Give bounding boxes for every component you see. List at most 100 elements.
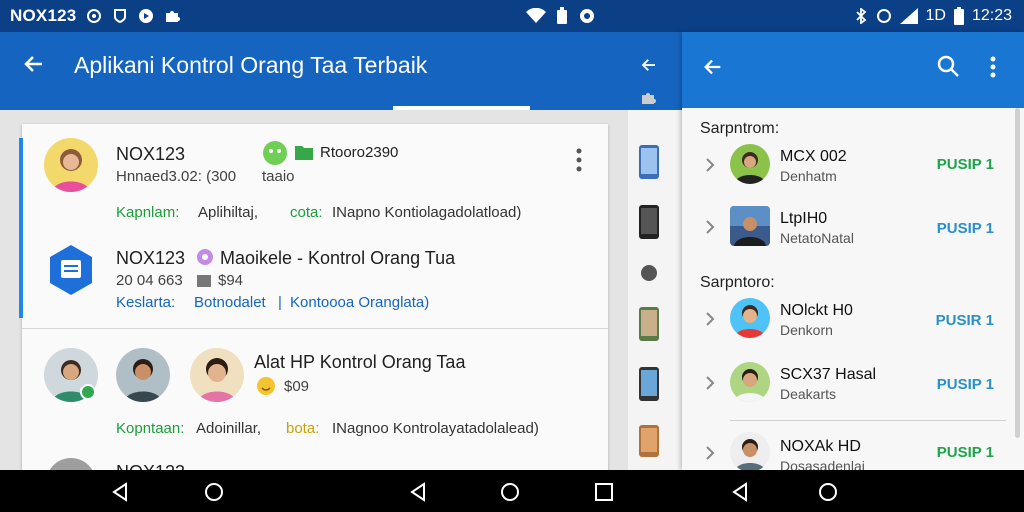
puzzle-icon xyxy=(166,11,181,22)
bluetooth-icon xyxy=(855,8,866,24)
left-app-bar: Aplikani Kontrol Orang Taa Terbaik xyxy=(0,32,628,110)
person-avatar-icon xyxy=(52,149,90,192)
background-list-strip xyxy=(628,32,682,470)
settings-gear-icon xyxy=(580,9,594,23)
cog-badge-icon xyxy=(197,249,213,265)
child-avatar-icon xyxy=(198,358,236,402)
person-avatar-icon xyxy=(730,206,770,246)
person-avatar-icon xyxy=(734,152,766,184)
shield-icon xyxy=(114,9,127,24)
person-avatar-icon xyxy=(124,359,162,402)
item-name: Alat HP Kontrol Orang Taa xyxy=(254,352,466,372)
smiley-icon xyxy=(257,377,275,395)
battery-text: 1D xyxy=(925,7,946,24)
item-name-suffix: Maoikele - Kontrol Orang Tua xyxy=(220,248,456,268)
child-avatar-icon xyxy=(734,369,766,402)
arrow-back-icon[interactable] xyxy=(702,56,724,78)
contact-action[interactable]: PUSIP 1 xyxy=(937,444,994,461)
divider xyxy=(22,328,608,329)
contact-action[interactable]: PUSIR 1 xyxy=(936,312,994,329)
nav-recents-icon[interactable] xyxy=(594,482,614,502)
nav-back-icon[interactable] xyxy=(110,482,130,502)
item-name: NOX123 xyxy=(116,144,186,164)
sync-icon xyxy=(87,9,102,23)
chevron-right-icon xyxy=(706,312,715,326)
item-key-desc: INapno Kontiolagadolatload) xyxy=(332,204,522,221)
battery-icon xyxy=(557,7,567,24)
item-key-value: Adoinillar, xyxy=(196,420,262,437)
chevron-right-icon xyxy=(706,158,715,172)
contact-action[interactable]: PUSIP 1 xyxy=(937,376,994,393)
nav-home-icon[interactable] xyxy=(204,482,224,502)
avatar xyxy=(190,348,244,402)
child-avatar-icon xyxy=(734,305,766,338)
avatar xyxy=(730,432,770,472)
online-status-icon xyxy=(80,384,96,400)
more-vert-icon[interactable] xyxy=(576,148,582,172)
right-app-bar xyxy=(682,32,1024,108)
avatar xyxy=(730,206,770,246)
clock: 12:23 xyxy=(971,7,1012,24)
system-nav-bar xyxy=(0,470,1024,512)
chevron-right-icon xyxy=(706,376,715,390)
chevron-right-icon xyxy=(706,220,715,234)
search-icon[interactable] xyxy=(936,54,960,78)
avatar xyxy=(730,298,770,338)
item-key-desc: INagnoo Kontrolayatadolalead) xyxy=(332,420,539,437)
vibrate-icon xyxy=(876,9,891,23)
play-store-icon xyxy=(139,9,154,23)
avatar xyxy=(116,348,170,402)
item-price: $09 xyxy=(284,378,310,395)
nav-home-icon[interactable] xyxy=(500,482,520,502)
arrow-back-icon[interactable] xyxy=(22,52,46,76)
avatar xyxy=(730,144,770,184)
android-icon xyxy=(263,141,287,165)
item-price: $94 xyxy=(218,272,244,289)
contact-sub: Denhatm xyxy=(780,168,837,184)
contact-sub: Denkorn xyxy=(780,322,833,338)
contact-action[interactable]: PUSIP 1 xyxy=(937,156,994,173)
item-key-tag: cota: xyxy=(290,204,323,221)
section-header-1: Sarpntrom: xyxy=(700,120,780,137)
arrow-back-icon[interactable] xyxy=(640,56,658,74)
contact-action[interactable]: PUSIP 1 xyxy=(937,220,994,237)
item-separator: | xyxy=(278,294,282,311)
contact-sub: Deakarts xyxy=(780,386,837,402)
phone-icon xyxy=(639,145,659,179)
contact-name: NOXAk HD xyxy=(780,438,861,455)
item-badge-sub: taaio xyxy=(262,168,295,185)
more-vert-icon[interactable] xyxy=(990,56,996,78)
scrollbar[interactable] xyxy=(1015,108,1020,438)
item-key-label: Kapnlam: xyxy=(116,204,180,221)
battery-level-icon xyxy=(953,7,964,25)
item-key-label: Kopntaan: xyxy=(116,420,185,437)
ticket-icon xyxy=(197,275,211,287)
page-title: Aplikani Kontrol Orang Taa Terbaik xyxy=(74,52,428,78)
contact-name: MCX 002 xyxy=(780,148,847,165)
signal-icon xyxy=(899,8,918,24)
item-subtitle: 20 04 663 xyxy=(116,272,183,289)
puzzle-icon xyxy=(642,93,656,104)
right-panel: Sarpntrom: MCX 002 Denhatm PUSIP 1 LtpIH… xyxy=(682,32,1024,474)
screen: NOX123 1D 12:23 Aplikani Kontrol Orang T… xyxy=(0,0,1024,512)
phone-icon xyxy=(639,425,659,457)
app-list-card: NOX123 Hnnaed3.02: (300 Rtooro2390 taaio… xyxy=(19,124,608,508)
status-bar: NOX123 1D 12:23 xyxy=(0,0,1024,32)
divider xyxy=(730,420,1006,421)
item-subtitle: Hnnaed3.02: (300 xyxy=(116,168,237,185)
item-key-value: Aplihiltaj, xyxy=(198,204,259,221)
strip-header xyxy=(628,32,682,110)
item-name: NOX123 xyxy=(116,248,186,268)
item-key-tag: bota: xyxy=(286,420,320,437)
item-badge-text: Rtooro2390 xyxy=(320,144,399,161)
nav-back-icon[interactable] xyxy=(730,482,750,502)
chevron-right-icon xyxy=(706,446,715,460)
contact-name: NOlckt H0 xyxy=(780,302,853,319)
item-key-desc: Kontoooa Oranglata) xyxy=(290,294,430,311)
nav-home-icon[interactable] xyxy=(818,482,838,502)
avatar xyxy=(44,138,98,192)
puzzle-icon xyxy=(641,265,657,281)
nav-back-icon[interactable] xyxy=(408,482,428,502)
item-key-label: Keslarta: xyxy=(116,294,176,311)
phone-icon xyxy=(639,307,659,341)
